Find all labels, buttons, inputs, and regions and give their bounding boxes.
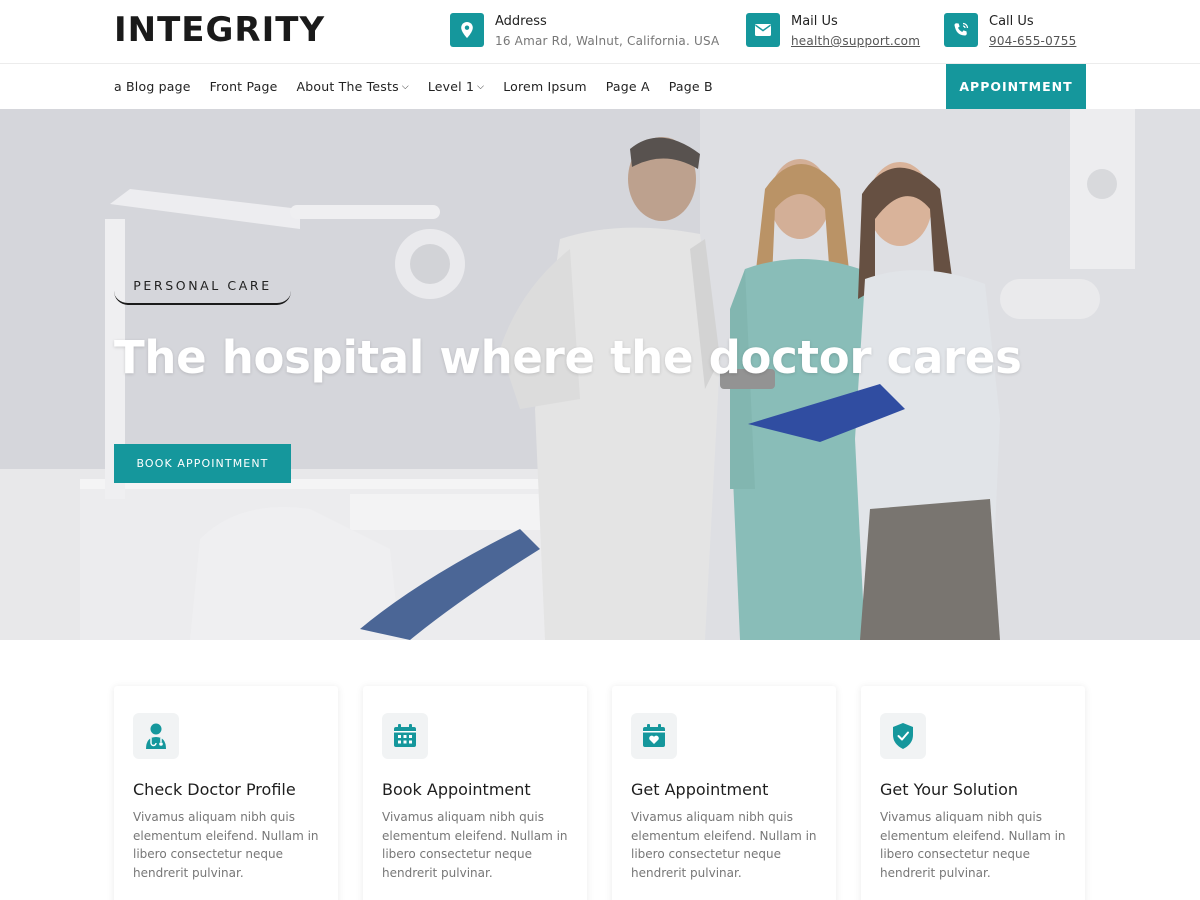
contact-mail-link[interactable]: health@support.com bbox=[791, 34, 920, 48]
doctor-icon bbox=[133, 713, 179, 759]
contact-address-title: Address bbox=[495, 14, 547, 29]
hero-banner: PERSONAL CARE The hospital where the doc… bbox=[0, 109, 1200, 640]
feature-title: Get Your Solution bbox=[880, 780, 1019, 799]
contact-address-value: 16 Amar Rd, Walnut, California. USA bbox=[495, 34, 720, 48]
feature-text: Vivamus aliquam nibh quis elementum elei… bbox=[133, 810, 319, 880]
chevron-down-icon: ⌵ bbox=[477, 81, 485, 92]
nav-label: a Blog page bbox=[114, 79, 191, 94]
top-header: INTEGRITY Address 16 Amar Rd, Walnut, Ca… bbox=[0, 0, 1200, 64]
feature-cards: Check Doctor Profile Vivamus aliquam nib… bbox=[114, 686, 1086, 900]
phone-icon bbox=[944, 13, 978, 47]
contact-call-link[interactable]: 904-655-0755 bbox=[989, 34, 1076, 48]
contact-call-title: Call Us bbox=[989, 14, 1034, 29]
contact-mail-title: Mail Us bbox=[791, 14, 838, 29]
mail-icon bbox=[746, 13, 780, 47]
calendar-icon bbox=[382, 713, 428, 759]
nav-item-level-1[interactable]: Level 1 ⌵ bbox=[428, 79, 484, 94]
nav-item-about-the-tests[interactable]: About The Tests ⌵ bbox=[297, 79, 409, 94]
nav-item-front-page[interactable]: Front Page bbox=[210, 79, 278, 94]
nav-item-blog-page[interactable]: a Blog page bbox=[114, 79, 191, 94]
site-logo[interactable]: INTEGRITY bbox=[114, 10, 325, 50]
nav-item-page-a[interactable]: Page A bbox=[606, 79, 650, 94]
book-appointment-button[interactable]: BOOK APPOINTMENT bbox=[114, 444, 291, 483]
shield-check-icon bbox=[880, 713, 926, 759]
nav-label: About The Tests bbox=[296, 79, 399, 94]
contact-mail: Mail Us health@support.com bbox=[746, 13, 920, 53]
feature-text: Vivamus aliquam nibh quis elementum elei… bbox=[631, 810, 817, 880]
contact-address: Address 16 Amar Rd, Walnut, California. … bbox=[450, 13, 719, 53]
nav-label: Page A bbox=[605, 79, 650, 94]
nav-label: Level 1 bbox=[427, 79, 475, 94]
contact-call: Call Us 904-655-0755 bbox=[944, 13, 1076, 53]
chevron-down-icon: ⌵ bbox=[401, 81, 409, 92]
hero-headline: The hospital where the doctor cares bbox=[114, 331, 1022, 384]
hero-tag: PERSONAL CARE bbox=[114, 267, 291, 305]
feature-title: Check Doctor Profile bbox=[133, 780, 296, 799]
nav-item-lorem-ipsum[interactable]: Lorem Ipsum bbox=[503, 79, 587, 94]
feature-card-get-appointment[interactable]: Get Appointment Vivamus aliquam nibh qui… bbox=[612, 686, 836, 900]
nav-label: Front Page bbox=[209, 79, 278, 94]
feature-card-doctor-profile[interactable]: Check Doctor Profile Vivamus aliquam nib… bbox=[114, 686, 338, 900]
appointment-button[interactable]: APPOINTMENT bbox=[946, 64, 1086, 109]
nav-label: Page B bbox=[668, 79, 713, 94]
feature-text: Vivamus aliquam nibh quis elementum elei… bbox=[382, 810, 568, 880]
feature-title: Book Appointment bbox=[382, 780, 531, 799]
location-pin-icon bbox=[450, 13, 484, 47]
main-nav-bar: a Blog page Front Page About The Tests ⌵ … bbox=[0, 64, 1200, 109]
feature-text: Vivamus aliquam nibh quis elementum elei… bbox=[880, 810, 1066, 880]
main-nav: a Blog page Front Page About The Tests ⌵ … bbox=[114, 64, 732, 109]
calendar-heart-icon bbox=[631, 713, 677, 759]
feature-card-book-appointment[interactable]: Book Appointment Vivamus aliquam nibh qu… bbox=[363, 686, 587, 900]
feature-card-get-your-solution[interactable]: Get Your Solution Vivamus aliquam nibh q… bbox=[861, 686, 1085, 900]
nav-label: Lorem Ipsum bbox=[503, 79, 587, 94]
nav-item-page-b[interactable]: Page B bbox=[669, 79, 713, 94]
feature-title: Get Appointment bbox=[631, 780, 769, 799]
